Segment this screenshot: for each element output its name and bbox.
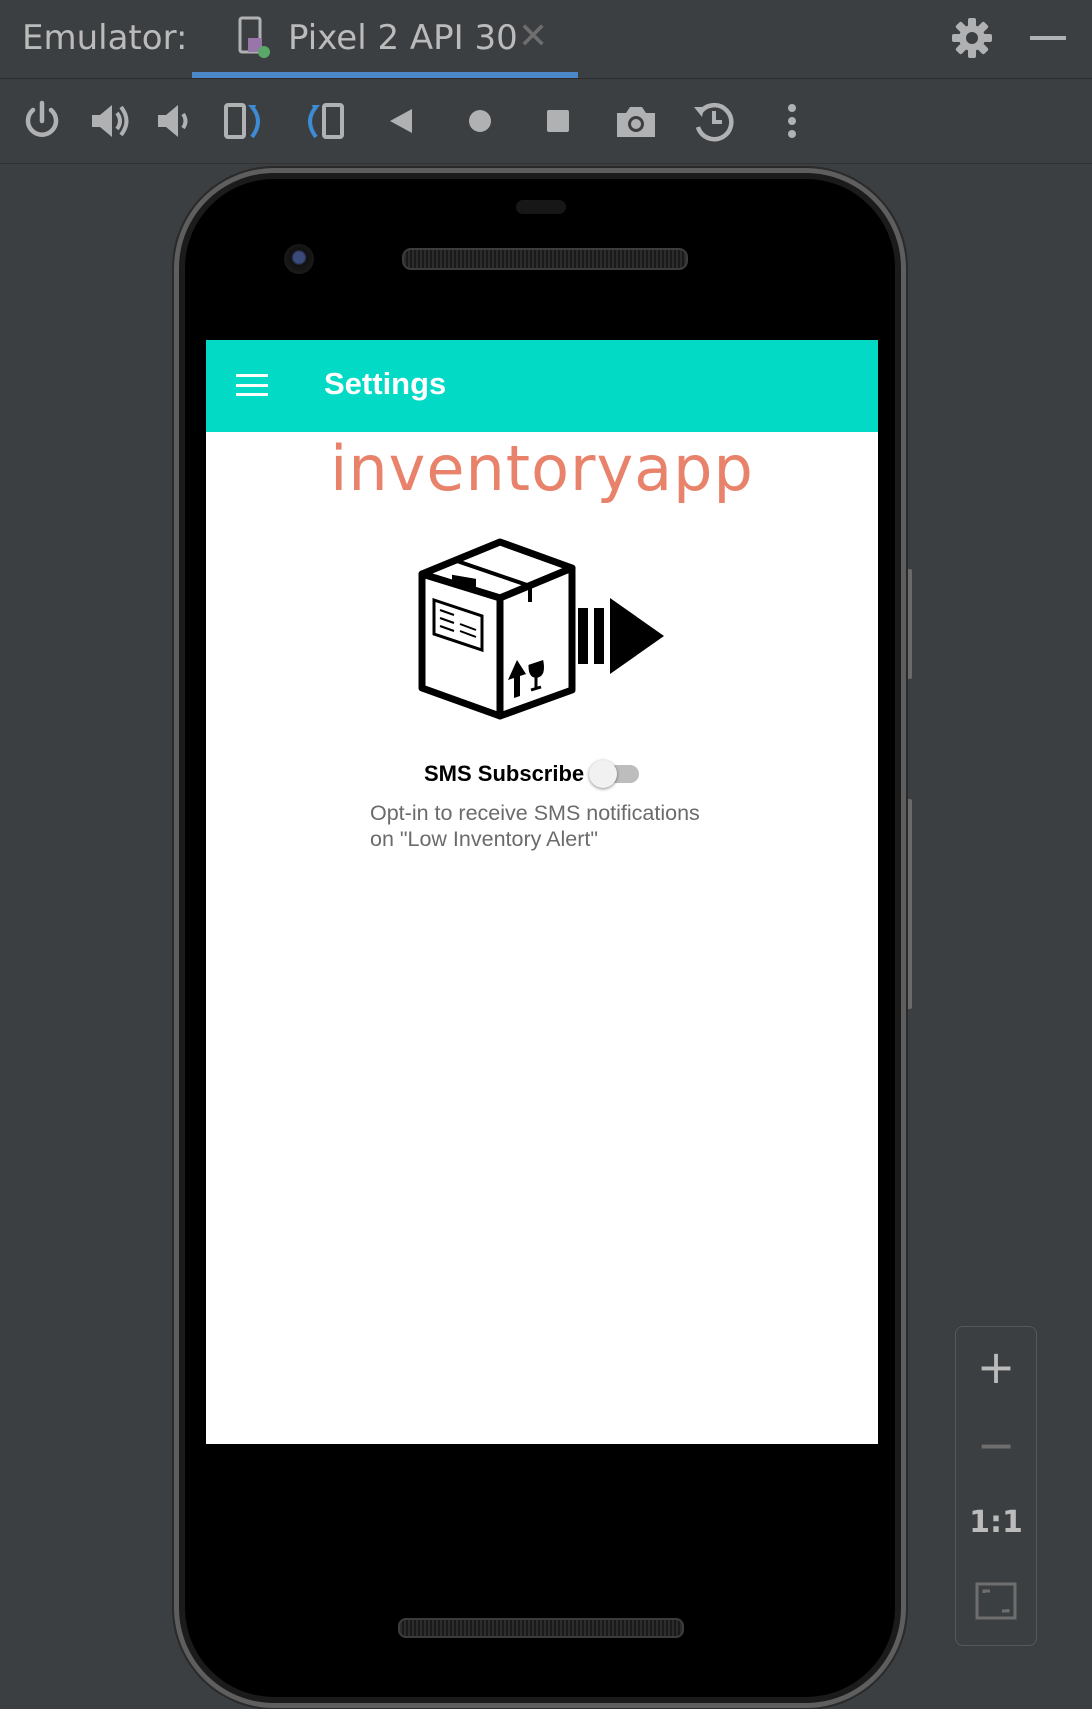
emulator-label: Emulator:	[22, 18, 188, 58]
zoom-controls: + − 1:1	[955, 1326, 1037, 1646]
bottom-speaker-grille	[398, 1618, 684, 1638]
sms-subscribe-switch[interactable]	[589, 758, 641, 788]
emulator-toolbar	[0, 79, 1092, 164]
earpiece-slot	[516, 200, 566, 214]
front-camera	[284, 244, 314, 274]
zoom-out-button[interactable]: −	[956, 1415, 1036, 1475]
emulator-display-area: Settings inventoryapp SMS Subscribe Opt-…	[0, 164, 1092, 1709]
home-icon[interactable]	[456, 97, 504, 145]
device-icon	[238, 16, 270, 58]
switch-thumb	[589, 760, 617, 788]
snapshot-icon[interactable]	[690, 97, 738, 145]
gear-icon[interactable]	[950, 16, 994, 60]
minimize-icon[interactable]	[1030, 36, 1066, 40]
back-icon[interactable]	[378, 97, 426, 145]
app-logo-text: inventoryapp	[330, 432, 754, 505]
page-title: Settings	[324, 366, 447, 401]
rotate-right-icon[interactable]	[300, 97, 348, 145]
package-shipping-icon	[418, 538, 664, 720]
more-icon[interactable]	[768, 97, 816, 145]
close-tab-icon[interactable]: ✕	[518, 16, 548, 57]
volume-up-icon[interactable]	[86, 97, 134, 145]
sms-subscribe-label: SMS Subscribe	[424, 761, 585, 786]
rotate-left-icon[interactable]	[220, 97, 268, 145]
device-tab[interactable]: Pixel 2 API 30 ✕	[192, 0, 578, 78]
device-tab-label: Pixel 2 API 30	[288, 18, 518, 58]
overview-icon[interactable]	[534, 97, 582, 145]
zoom-actual-size-button[interactable]: 1:1	[956, 1493, 1036, 1553]
emulator-tool-window-header: Emulator: Pixel 2 API 30 ✕	[0, 0, 1092, 79]
app-bar: Settings	[206, 340, 878, 432]
sms-subscribe-description: Opt-in to receive SMS notifications on "…	[370, 801, 700, 851]
menu-icon[interactable]	[236, 374, 268, 396]
device-screen[interactable]: Settings inventoryapp SMS Subscribe Opt-…	[206, 340, 878, 1444]
zoom-in-button[interactable]: +	[956, 1337, 1036, 1397]
power-icon[interactable]	[18, 97, 66, 145]
zoom-fit-button[interactable]	[956, 1571, 1036, 1631]
screenshot-icon[interactable]	[612, 97, 660, 145]
top-speaker-grille	[402, 248, 688, 270]
device-frame: Settings inventoryapp SMS Subscribe Opt-…	[174, 168, 906, 1708]
volume-down-icon[interactable]	[152, 97, 200, 145]
fit-screen-icon	[975, 1582, 1017, 1620]
active-tab-indicator	[192, 72, 578, 78]
